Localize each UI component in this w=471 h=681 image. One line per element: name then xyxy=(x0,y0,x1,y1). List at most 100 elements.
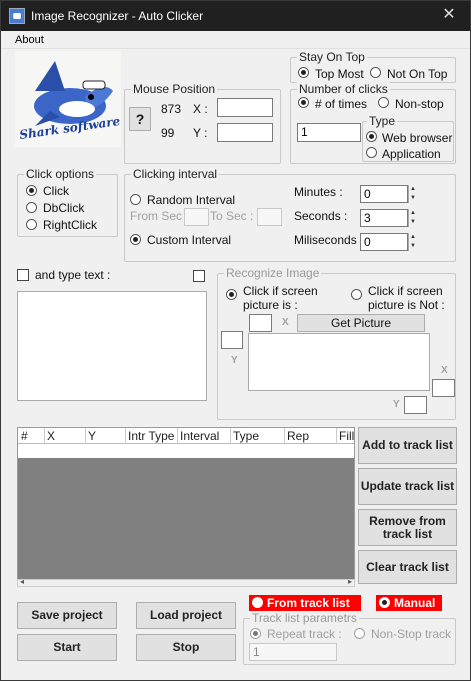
table-horizontal-scrollbar[interactable]: ◂ ▸ xyxy=(17,577,355,587)
type-text-area[interactable] xyxy=(17,291,207,401)
manual-option[interactable]: Manual xyxy=(376,595,442,611)
rightclick-radio[interactable] xyxy=(26,219,37,230)
random-interval-radio[interactable] xyxy=(130,194,141,205)
preview-y-field[interactable] xyxy=(404,396,427,414)
table-header: # X Y Intr Type Interval Type Rep Fill xyxy=(18,428,354,444)
custom-interval-label: Custom Interval xyxy=(147,233,232,247)
type-text-checkbox[interactable] xyxy=(17,269,29,281)
picture-is-label: Click if screen picture is : xyxy=(243,284,318,312)
number-of-clicks-legend: Number of clicks xyxy=(297,82,390,96)
not-on-top-label: Not On Top xyxy=(387,67,448,81)
col-index[interactable]: # xyxy=(21,429,28,443)
mouse-y-label: Y : xyxy=(193,126,208,140)
non-stop-track-radio[interactable] xyxy=(354,628,365,639)
from-track-list-label: From track list xyxy=(267,596,350,610)
from-track-list-option[interactable]: From track list xyxy=(249,595,361,611)
milliseconds-label: Miliseconds : xyxy=(294,233,364,247)
remove-from-track-list-button[interactable]: Remove from track list xyxy=(358,509,457,546)
preview-x-label: X xyxy=(441,365,448,376)
repeat-track-radio[interactable] xyxy=(250,628,261,639)
non-stop-radio[interactable] xyxy=(378,97,389,108)
app-icon xyxy=(9,8,25,24)
web-browser-label: Web browser xyxy=(382,131,453,145)
dbclick-label: DbClick xyxy=(43,201,85,215)
minutes-spinner[interactable]: ▲ ▼ xyxy=(408,185,417,203)
click-label: Click xyxy=(43,184,69,198)
minutes-field[interactable]: 0 xyxy=(360,185,408,203)
type-text-label: and type text : xyxy=(35,268,111,282)
seconds-label: Seconds : xyxy=(294,209,348,223)
from-sec-field[interactable] xyxy=(184,208,209,226)
col-fill[interactable]: Fill xyxy=(339,429,354,443)
clear-track-list-button[interactable]: Clear track list xyxy=(358,550,457,584)
picture-x-field[interactable] xyxy=(249,314,272,332)
col-rep[interactable]: Rep xyxy=(287,429,309,443)
recognize-image-checkbox[interactable] xyxy=(193,270,205,282)
web-browser-radio[interactable] xyxy=(366,131,377,142)
milliseconds-field[interactable]: 0 xyxy=(360,233,408,251)
top-most-radio[interactable] xyxy=(298,67,309,78)
preview-x-field[interactable] xyxy=(432,379,455,397)
mouse-y-field[interactable] xyxy=(217,123,273,142)
seconds-spinner[interactable]: ▲ ▼ xyxy=(408,209,417,227)
application-radio[interactable] xyxy=(366,147,377,158)
picture-y-label: Y xyxy=(231,355,238,366)
from-track-list-radio[interactable] xyxy=(252,597,263,608)
title-bar: Image Recognizer - Auto Clicker ✕ xyxy=(1,1,470,31)
save-project-button[interactable]: Save project xyxy=(17,602,117,629)
pick-position-button[interactable]: ? xyxy=(129,107,151,131)
manual-label: Manual xyxy=(394,596,436,610)
custom-interval-radio[interactable] xyxy=(130,234,141,245)
click-radio[interactable] xyxy=(26,185,37,196)
menu-bar: About xyxy=(1,31,470,49)
picture-y-field[interactable] xyxy=(221,331,243,349)
picture-is-not-label: Click if screen picture is Not : xyxy=(368,284,445,312)
update-track-list-button[interactable]: Update track list xyxy=(358,468,457,505)
start-button[interactable]: Start xyxy=(17,634,117,661)
type-legend: Type xyxy=(367,114,398,128)
load-project-button[interactable]: Load project xyxy=(136,602,236,629)
mouse-y-value: 99 xyxy=(161,126,175,140)
seconds-field[interactable]: 3 xyxy=(360,209,408,227)
col-y[interactable]: Y xyxy=(88,429,96,443)
track-params-legend: Track list parametrs xyxy=(250,611,359,625)
repeat-track-field[interactable]: 1 xyxy=(249,643,337,661)
preview-y-label: Y xyxy=(393,399,400,410)
get-picture-button[interactable]: Get Picture xyxy=(297,314,425,332)
add-to-track-list-button[interactable]: Add to track list xyxy=(358,427,457,464)
track-list-table[interactable]: # X Y Intr Type Interval Type Rep Fill xyxy=(17,427,355,581)
col-intr-type[interactable]: Intr Type xyxy=(128,429,174,443)
repeat-track-label: Repeat track : xyxy=(267,627,342,641)
num-times-radio[interactable] xyxy=(298,97,309,108)
menu-about[interactable]: About xyxy=(15,34,44,46)
from-sec-label: From Sec : xyxy=(130,209,189,223)
click-options-legend: Click options xyxy=(24,167,97,181)
picture-preview xyxy=(248,333,430,391)
col-x[interactable]: X xyxy=(47,429,55,443)
click-count-field[interactable]: 1 xyxy=(297,123,361,142)
manual-radio[interactable] xyxy=(379,597,390,608)
mouse-position-legend: Mouse Position xyxy=(131,82,218,96)
picture-is-not-radio[interactable] xyxy=(351,289,362,300)
non-stop-label: Non-stop xyxy=(395,97,444,111)
mouse-x-value: 873 xyxy=(161,102,182,116)
col-interval[interactable]: Interval xyxy=(180,429,219,443)
milliseconds-spinner[interactable]: ▲ ▼ xyxy=(408,233,417,251)
shark-logo: Shark software xyxy=(15,51,121,147)
dbclick-radio[interactable] xyxy=(26,202,37,213)
window-title: Image Recognizer - Auto Clicker xyxy=(31,9,204,23)
not-on-top-radio[interactable] xyxy=(370,67,381,78)
to-sec-field[interactable] xyxy=(257,208,282,226)
mouse-x-field[interactable] xyxy=(217,98,273,117)
table-row[interactable] xyxy=(18,444,354,458)
picture-is-radio[interactable] xyxy=(226,289,237,300)
to-sec-label: To Sec : xyxy=(210,209,254,223)
stop-button[interactable]: Stop xyxy=(136,634,236,661)
minutes-label: Minutes : xyxy=(294,185,343,199)
close-icon[interactable]: ✕ xyxy=(438,5,460,27)
col-type[interactable]: Type xyxy=(233,429,259,443)
recognize-image-legend: Recognize Image xyxy=(224,266,322,280)
app-window: Image Recognizer - Auto Clicker ✕ About … xyxy=(0,0,471,681)
top-most-label: Top Most xyxy=(315,67,364,81)
rightclick-label: RightClick xyxy=(43,218,98,232)
